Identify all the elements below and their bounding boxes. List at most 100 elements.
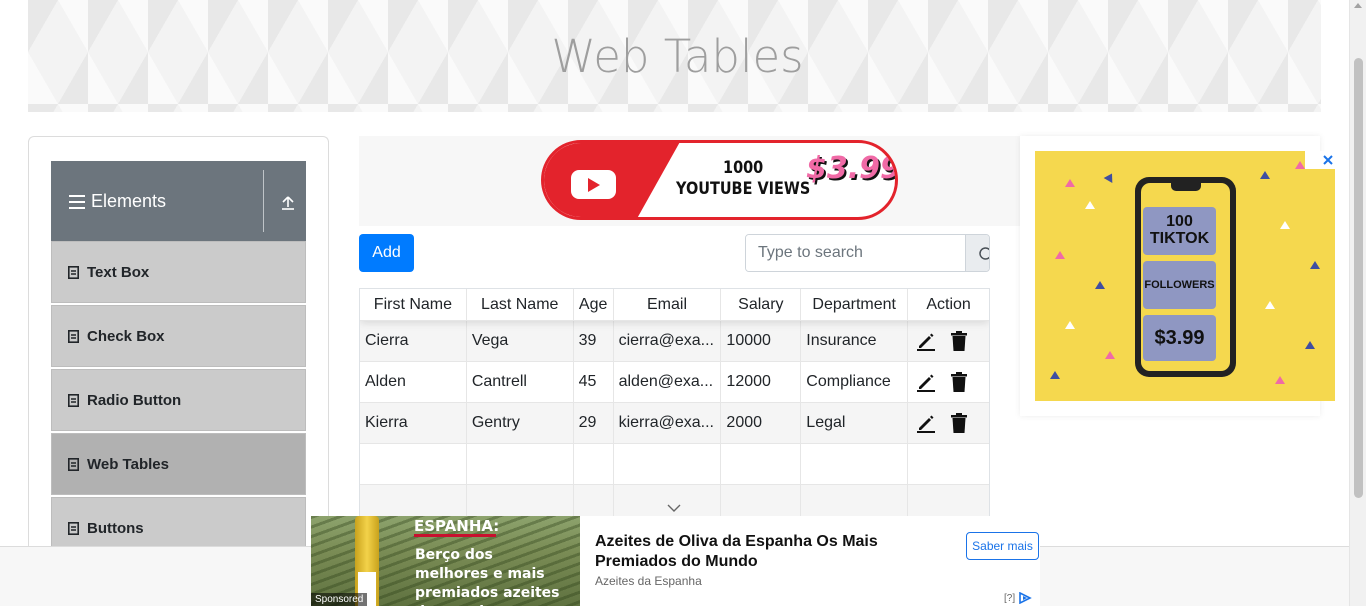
cell-action xyxy=(908,321,989,361)
empty-cell xyxy=(360,444,467,484)
cell-salary: 2000 xyxy=(721,403,802,443)
ad-box-1: 100 TIKTOK xyxy=(1143,207,1216,255)
ad-source: Azeites da Espanha xyxy=(595,574,702,588)
confetti xyxy=(1280,221,1290,229)
page-scrollbar[interactable] xyxy=(1349,0,1366,606)
column-header[interactable]: First Name xyxy=(360,289,467,321)
sidebar: Elements Text Box Check Box Radio Button… xyxy=(28,136,329,606)
cell-department: Compliance xyxy=(801,362,909,402)
cell-action xyxy=(908,403,989,443)
ad-close-button[interactable] xyxy=(1305,151,1335,169)
edit-pencil-icon[interactable] xyxy=(916,413,936,433)
saber-mais-button[interactable]: Saber mais xyxy=(966,532,1039,560)
cell-age: 29 xyxy=(574,403,614,443)
column-header[interactable]: Age xyxy=(574,289,614,321)
ad-image: 100 TIKTOK FOLLOWERS $3.99 xyxy=(1035,151,1335,401)
sidebar-item-text-box[interactable]: Text Box xyxy=(51,241,306,303)
cell-department: Legal xyxy=(801,403,909,443)
page-header-banner: Web Tables xyxy=(28,0,1321,112)
sponsored-ad-image[interactable]: ESPANHA: Berço dos melhores e mais premi… xyxy=(311,516,580,606)
empty-cell xyxy=(467,444,574,484)
sidebar-item-label: Text Box xyxy=(87,263,150,281)
ad-line1: 1000 xyxy=(723,158,764,178)
sidebar-item-web-tables[interactable]: Web Tables xyxy=(51,433,306,495)
ad-headline: 1000 YOUTUBE VIEWS xyxy=(676,158,810,200)
cell-age: 39 xyxy=(574,321,614,361)
column-header[interactable]: Action xyxy=(908,289,989,321)
ad-line2: YOUTUBE VIEWS xyxy=(676,179,811,199)
cell-email: cierra@exa... xyxy=(614,321,722,361)
ad-info-label: [?] xyxy=(1004,592,1016,604)
document-icon xyxy=(68,521,79,535)
search-button[interactable] xyxy=(965,235,989,271)
table-row: Alden Cantrell 45 alden@exa... 12000 Com… xyxy=(360,362,989,403)
table-header: First Name Last Name Age Email Salary De… xyxy=(360,289,989,321)
ad-price: $3.99 xyxy=(806,151,898,186)
scroll-thumb[interactable] xyxy=(1354,58,1363,498)
search-input[interactable] xyxy=(746,235,965,271)
sidebar-item-radio-button[interactable]: Radio Button xyxy=(51,369,306,431)
tiktok-followers-ad[interactable]: 100 TIKTOK FOLLOWERS $3.99 xyxy=(1020,136,1335,416)
confetti xyxy=(1065,179,1075,187)
cell-first-name: Kierra xyxy=(360,403,467,443)
column-header[interactable]: Last Name xyxy=(467,289,574,321)
sponsored-label: Sponsored xyxy=(311,593,368,606)
cell-first-name: Alden xyxy=(360,362,467,402)
edit-pencil-icon[interactable] xyxy=(916,372,936,392)
document-icon xyxy=(68,265,79,279)
ad-title[interactable]: Azeites de Oliva da Espanha Os Mais Prem… xyxy=(595,532,925,572)
ad-image-underline xyxy=(414,534,496,537)
confetti xyxy=(1295,161,1305,169)
edit-pencil-icon[interactable] xyxy=(916,331,936,351)
column-header[interactable]: Salary xyxy=(721,289,802,321)
confetti xyxy=(1105,351,1115,359)
ad-info[interactable]: [?] xyxy=(1004,592,1032,604)
document-icon xyxy=(68,329,79,343)
page-title: Web Tables xyxy=(551,29,804,83)
empty-cell xyxy=(574,444,614,484)
adchoices-icon xyxy=(1019,592,1032,604)
cell-salary: 12000 xyxy=(721,362,802,402)
close-icon xyxy=(1323,155,1333,165)
delete-trash-icon[interactable] xyxy=(950,372,968,392)
chevron-down-icon[interactable] xyxy=(667,503,681,513)
table-row: Cierra Vega 39 cierra@exa... 10000 Insur… xyxy=(360,321,989,362)
ad-image-heading: ESPANHA: xyxy=(414,517,500,535)
confetti xyxy=(1103,171,1117,183)
confetti xyxy=(1260,171,1270,179)
empty-cell xyxy=(614,444,722,484)
cell-email: kierra@exa... xyxy=(614,403,722,443)
ad-box-2: FOLLOWERS xyxy=(1143,261,1216,309)
add-button[interactable]: Add xyxy=(359,234,414,272)
ad-image-text: Berço dos melhores e mais premiados azei… xyxy=(415,547,560,606)
collapse-upload-icon[interactable] xyxy=(280,195,296,211)
delete-trash-icon[interactable] xyxy=(950,331,968,351)
confetti xyxy=(1305,341,1315,349)
sidebar-item-label: Buttons xyxy=(87,519,144,537)
sidebar-group-title: Elements xyxy=(91,190,167,211)
column-header[interactable]: Department xyxy=(801,289,909,321)
sidebar-item-label: Web Tables xyxy=(87,455,169,473)
sidebar-item-label: Check Box xyxy=(87,327,165,345)
confetti xyxy=(1275,376,1285,384)
confetti xyxy=(1265,301,1275,309)
web-table: First Name Last Name Age Email Salary De… xyxy=(359,288,990,546)
confetti xyxy=(1050,371,1060,379)
sidebar-group-header-elements[interactable]: Elements xyxy=(51,161,306,241)
column-header[interactable]: Email xyxy=(614,289,722,321)
delete-trash-icon[interactable] xyxy=(950,413,968,433)
cell-age: 45 xyxy=(574,362,614,402)
confetti xyxy=(1095,281,1105,289)
cell-action xyxy=(908,362,989,402)
hamburger-icon xyxy=(69,195,85,209)
empty-cell xyxy=(721,444,802,484)
sponsored-ad-text[interactable]: Azeites de Oliva da Espanha Os Mais Prem… xyxy=(580,516,1040,606)
youtube-views-ad[interactable]: 1000 YOUTUBE VIEWS $3.99 xyxy=(359,136,1023,226)
cell-first-name: Cierra xyxy=(360,321,467,361)
document-icon xyxy=(68,457,79,471)
scroll-up-arrow-icon[interactable] xyxy=(1354,3,1362,8)
search-box xyxy=(745,234,990,272)
phone-illustration: 100 TIKTOK FOLLOWERS $3.99 xyxy=(1135,177,1236,377)
sidebar-item-check-box[interactable]: Check Box xyxy=(51,305,306,367)
confetti xyxy=(1085,201,1095,209)
